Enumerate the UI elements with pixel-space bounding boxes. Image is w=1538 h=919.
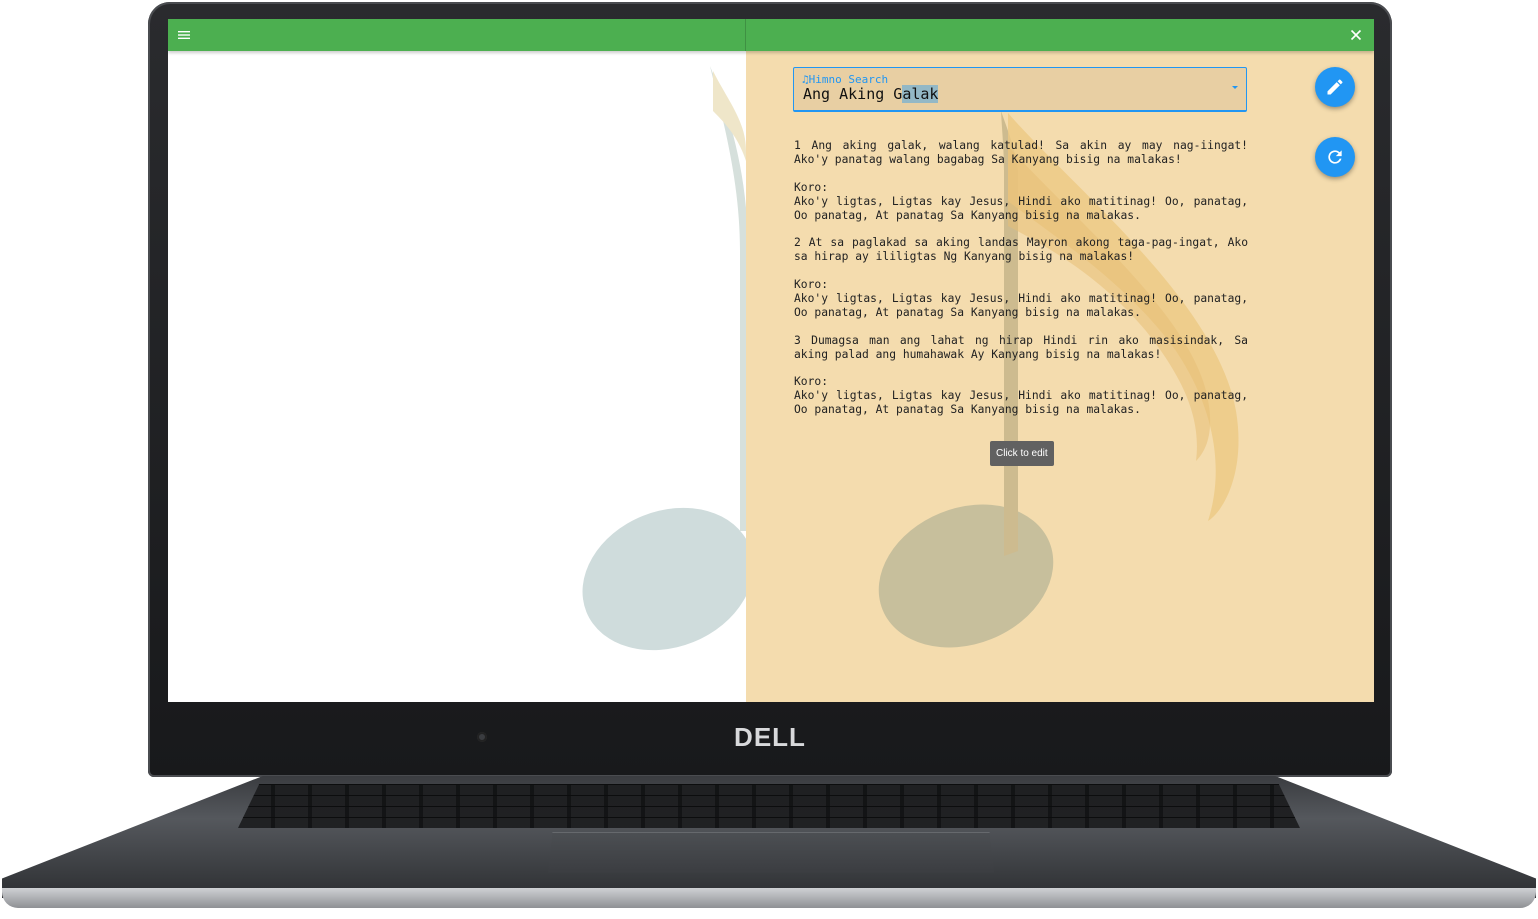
lyrics-stanza: Koro: Ako'y ligtas, Ligtas kay Jesus, Hin…	[794, 278, 1248, 319]
app-screen: ♫Himno Search Ang Aking Galak 1 Ang akin…	[168, 19, 1374, 702]
edit-button[interactable]	[1315, 67, 1355, 107]
click-to-edit-tooltip: Click to edit	[990, 441, 1054, 466]
lyrics-stanza: Koro: Ako'y ligtas, Ligtas kay Jesus, Hin…	[794, 375, 1248, 417]
lyrics-pane: ♫Himno Search Ang Aking Galak 1 Ang akin…	[746, 51, 1374, 702]
pencil-icon	[1327, 79, 1343, 95]
touchpad	[548, 832, 994, 873]
lyrics-text[interactable]: 1 Ang aking galak, walang katulad! Sa ak…	[794, 139, 1248, 431]
brand-logo: DELL	[734, 722, 806, 752]
laptop-lip	[2, 888, 1536, 908]
preview-pane	[168, 51, 746, 702]
lyrics-stanza: Koro: Ako'y ligtas, Ligtas kay Jesus, Hin…	[794, 180, 1248, 222]
selected-text: alak	[902, 85, 939, 103]
music-note-watermark-left	[582, 66, 746, 651]
top-app-bar	[168, 19, 1374, 51]
lyrics-stanza: 1 Ang aking galak, walang katulad! Sa ak…	[794, 139, 1248, 166]
lyrics-stanza: 3 Dumagsa man ang lahat ng hirap Hindi r…	[794, 333, 1248, 361]
menu-icon	[178, 31, 190, 39]
himno-search-field[interactable]: ♫Himno Search Ang Aking Galak	[793, 67, 1247, 112]
refresh-button[interactable]	[1315, 137, 1355, 177]
refresh-icon	[1328, 150, 1342, 164]
menu-button[interactable]	[174, 25, 194, 45]
close-icon	[1350, 29, 1362, 41]
lyrics-stanza: 2 At sa paglakad sa aking landas Mayron …	[794, 236, 1248, 264]
topbar-divider	[745, 19, 746, 51]
keyboard-rows	[238, 784, 1300, 828]
dropdown-arrow-icon[interactable]	[1232, 86, 1238, 89]
webcam	[477, 732, 487, 742]
close-button[interactable]	[1346, 25, 1366, 45]
search-input[interactable]: Ang Aking Galak	[803, 85, 939, 103]
